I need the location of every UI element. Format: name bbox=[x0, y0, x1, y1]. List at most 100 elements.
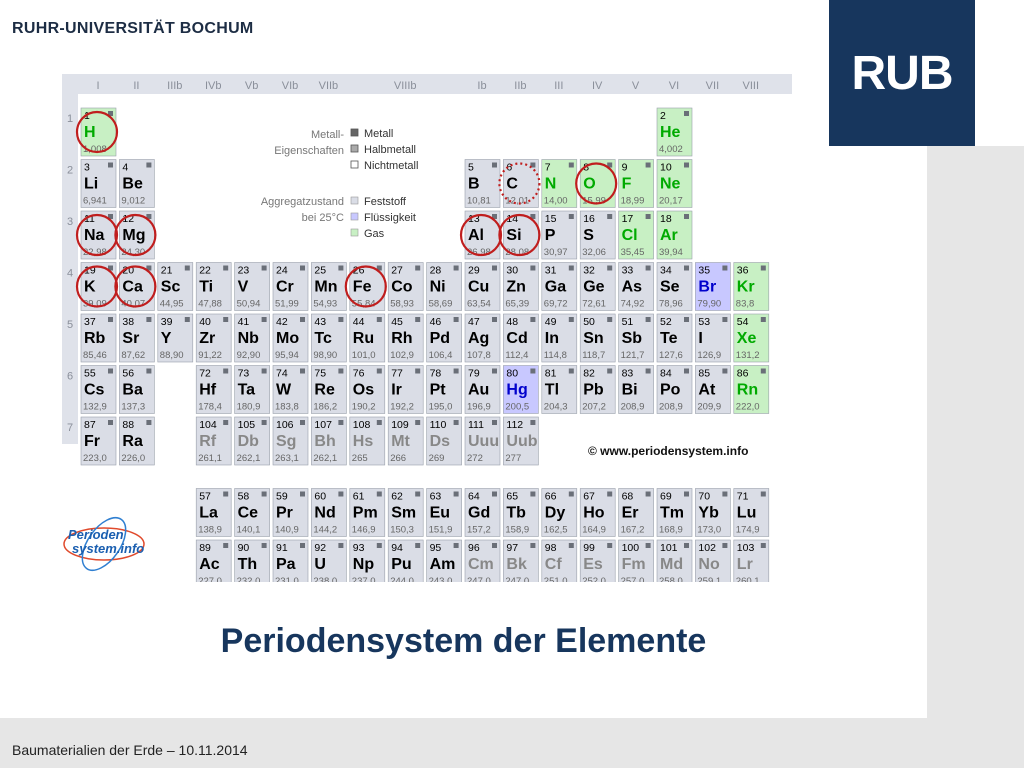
element-symbol: Cd bbox=[506, 330, 527, 347]
atomic-number: 15 bbox=[545, 213, 557, 225]
element-cell-pr: 59 Pr 140,9 bbox=[272, 488, 309, 537]
atomic-number: 103 bbox=[737, 542, 755, 554]
atomic-mass: 127,6 bbox=[659, 350, 683, 361]
atomic-number: 21 bbox=[161, 265, 173, 277]
element-cell-db: 105 Db 262,1 bbox=[234, 416, 270, 466]
atomic-number: 107 bbox=[314, 419, 332, 431]
atomic-mass: 95,94 bbox=[275, 350, 299, 361]
atomic-number: 22 bbox=[199, 265, 211, 277]
element-symbol: U bbox=[314, 556, 326, 573]
legend-title-state: Aggregatzustand bbox=[261, 196, 344, 208]
metal-indicator bbox=[146, 317, 152, 322]
element-cell-ir: 77 Ir 192,2 bbox=[387, 365, 424, 414]
metal-indicator bbox=[645, 214, 651, 219]
atomic-mass: 58,93 bbox=[390, 299, 414, 310]
element-symbol: Tl bbox=[545, 382, 559, 399]
atomic-number: 112 bbox=[506, 419, 523, 431]
element-cell-ho: 67 Ho 164,9 bbox=[579, 488, 616, 537]
element-cell-n: 7 N 14,00 bbox=[541, 159, 578, 208]
atomic-number: 50 bbox=[583, 316, 595, 328]
metal-indicator bbox=[760, 265, 766, 271]
element-cell-in: 49 In 114,8 bbox=[541, 313, 578, 363]
atomic-number: 91 bbox=[276, 542, 288, 554]
metal-indicator bbox=[607, 543, 613, 548]
element-symbol: P bbox=[545, 227, 556, 244]
atomic-mass: 92,90 bbox=[237, 350, 261, 361]
atomic-number: 35 bbox=[698, 265, 710, 277]
metal-indicator bbox=[415, 491, 421, 497]
element-symbol: I bbox=[698, 330, 702, 347]
metal-indicator bbox=[184, 317, 190, 322]
element-symbol: Se bbox=[660, 279, 680, 296]
element-cell-re: 75 Re 186,2 bbox=[311, 365, 347, 414]
atomic-mass: 35,45 bbox=[621, 247, 645, 258]
element-cell-i: 53 I 126,9 bbox=[695, 313, 731, 363]
group-label: Ib bbox=[477, 80, 486, 92]
metal-indicator bbox=[453, 491, 459, 497]
element-symbol: Ga bbox=[545, 279, 566, 296]
atomic-number: 27 bbox=[391, 265, 403, 277]
atomic-mass: 151,9 bbox=[429, 525, 453, 536]
atomic-mass: 251,0 bbox=[544, 576, 568, 582]
atomic-mass: 9,012 bbox=[121, 196, 145, 207]
group-label: I bbox=[96, 80, 99, 92]
atomic-number: 67 bbox=[583, 491, 595, 503]
atomic-mass: 4,002 bbox=[659, 144, 683, 155]
atomic-number: 78 bbox=[430, 368, 442, 380]
element-symbol: Sb bbox=[622, 330, 643, 347]
atomic-mass: 261,1 bbox=[198, 453, 222, 464]
atomic-mass: 244,0 bbox=[390, 576, 414, 582]
atomic-mass: 39,94 bbox=[659, 247, 683, 258]
atomic-mass: 226,0 bbox=[121, 453, 145, 464]
element-cell-co: 27 Co 58,93 bbox=[387, 262, 424, 311]
atomic-mass: 259,1 bbox=[697, 576, 721, 582]
metal-indicator bbox=[453, 265, 459, 271]
element-symbol: He bbox=[660, 124, 681, 141]
atomic-mass: 10,81 bbox=[467, 196, 491, 207]
atomic-number: 28 bbox=[430, 265, 442, 277]
atomic-number: 111 bbox=[468, 419, 484, 431]
metal-indicator bbox=[223, 543, 229, 548]
metal-indicator bbox=[684, 214, 689, 219]
metal-indicator bbox=[530, 368, 536, 374]
element-symbol: Al bbox=[468, 227, 484, 244]
element-cell-uuu: 111 Uuu 272 bbox=[464, 416, 501, 466]
atomic-number: 17 bbox=[622, 213, 634, 225]
element-cell-mt: 109 Mt 266 bbox=[387, 416, 424, 466]
element-cell-gd: 64 Gd 157,2 bbox=[464, 488, 501, 537]
atomic-mass: 131,2 bbox=[736, 350, 760, 361]
element-symbol: Ag bbox=[468, 330, 489, 347]
element-cell-fr: 87 Fr 223,0 bbox=[80, 416, 117, 466]
element-cell-os: 76 Os 190,2 bbox=[349, 365, 386, 414]
element-cell-es: 99 Es 252,0 bbox=[579, 539, 616, 582]
atomic-mass: 196,9 bbox=[467, 402, 491, 413]
metal-indicator bbox=[261, 317, 267, 322]
element-cell-ra: 88 Ra 226,0 bbox=[119, 416, 155, 466]
atomic-mass: 257,0 bbox=[621, 576, 645, 582]
metal-indicator bbox=[261, 420, 267, 425]
element-symbol: Nd bbox=[314, 505, 335, 522]
atomic-mass: 102,9 bbox=[390, 350, 414, 361]
element-symbol: Cs bbox=[84, 382, 105, 399]
atomic-mass: 51,99 bbox=[275, 299, 299, 310]
atomic-number: 18 bbox=[660, 213, 672, 225]
atomic-number: 25 bbox=[314, 265, 326, 277]
atomic-number: 29 bbox=[468, 265, 480, 277]
atomic-mass: 101,0 bbox=[352, 350, 376, 361]
metal-indicator bbox=[760, 543, 766, 548]
metal-indicator bbox=[223, 491, 229, 497]
atomic-number: 59 bbox=[276, 491, 288, 503]
atomic-number: 100 bbox=[622, 542, 640, 554]
metal-indicator bbox=[261, 543, 267, 548]
metal-indicator bbox=[722, 543, 728, 548]
element-symbol: Mo bbox=[276, 330, 299, 347]
element-cell-k: 19K39,09 bbox=[75, 262, 119, 311]
atomic-mass: 140,9 bbox=[275, 525, 299, 536]
element-cell-yb: 70 Yb 173,0 bbox=[695, 488, 731, 537]
atomic-number: 43 bbox=[314, 316, 326, 328]
element-cell-ti: 22 Ti 47,88 bbox=[195, 262, 232, 311]
atomic-number: 83 bbox=[622, 368, 634, 380]
element-cell-li: 3 Li 6,941 bbox=[80, 159, 117, 208]
element-symbol: Mg bbox=[122, 227, 145, 244]
element-symbol: As bbox=[622, 279, 643, 296]
